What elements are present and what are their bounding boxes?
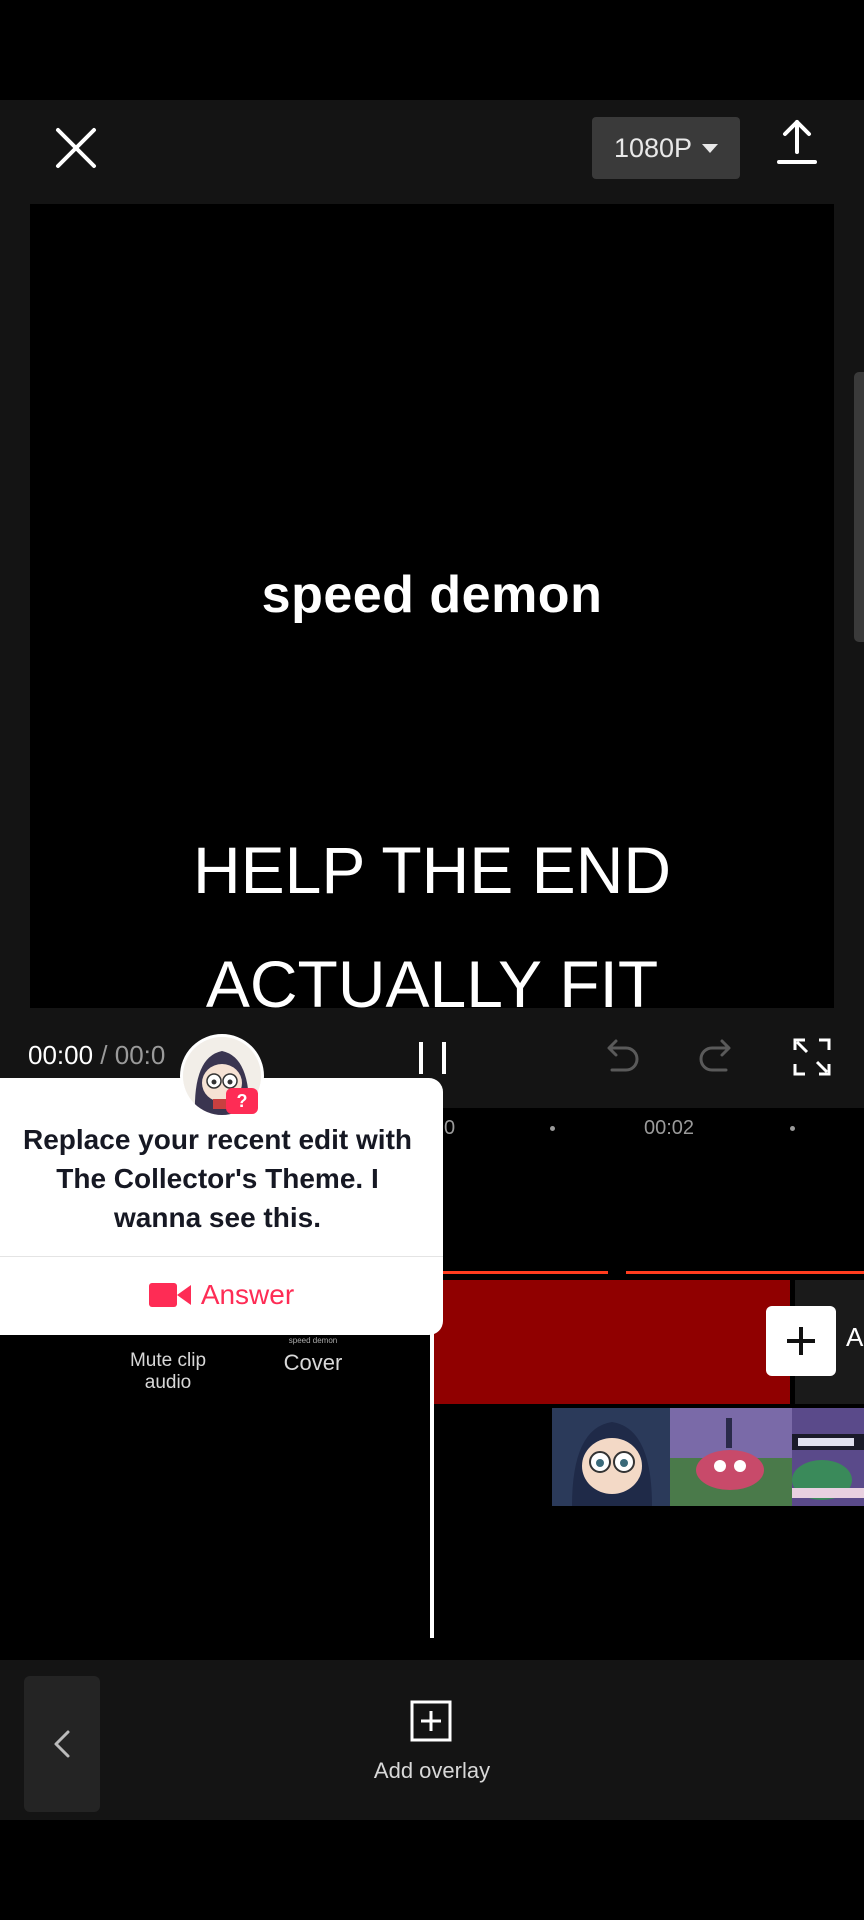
cover-button[interactable]: Cover — [270, 1350, 356, 1376]
upload-icon — [777, 120, 817, 164]
close-icon — [56, 128, 96, 168]
play-pause-button[interactable] — [416, 1040, 450, 1076]
answer-button[interactable]: Answer — [0, 1262, 443, 1328]
time-readout: 00:00 / 00:0 — [28, 1040, 165, 1071]
total-duration: 00:0 — [114, 1040, 166, 1070]
track-gap — [608, 1270, 626, 1275]
resolution-dropdown[interactable]: 1080P — [592, 117, 740, 179]
timeline-tick-dot — [550, 1126, 555, 1131]
undo-button[interactable] — [600, 1038, 642, 1076]
fullscreen-button[interactable] — [793, 1038, 831, 1076]
redo-icon — [699, 1039, 731, 1072]
plus-icon — [787, 1327, 815, 1355]
add-clip-button[interactable] — [766, 1306, 836, 1376]
resolution-value: 1080P — [613, 132, 693, 163]
add-overlay-label[interactable]: Add overlay — [300, 1758, 564, 1784]
mute-clip-audio-button[interactable]: Mute clip audio — [108, 1350, 228, 1394]
system-nav-bar — [0, 1820, 864, 1920]
export-button[interactable] — [775, 118, 819, 166]
chevron-left-icon — [54, 1730, 70, 1758]
pause-icon — [419, 1042, 446, 1074]
timeline-tick-label: 00:02 — [644, 1117, 695, 1139]
video-clip[interactable] — [432, 1280, 790, 1404]
answer-label: Answer — [200, 1279, 295, 1310]
video-thumbnail-strip[interactable] — [552, 1408, 864, 1506]
thumbnail-image — [670, 1408, 792, 1506]
current-time: 00:00 — [28, 1040, 94, 1070]
thumbnail-image — [792, 1408, 864, 1506]
text-track-line[interactable] — [432, 1271, 864, 1274]
cover-thumbnail-text: speed demon — [288, 1336, 338, 1345]
redo-button[interactable] — [696, 1038, 738, 1076]
fullscreen-icon — [793, 1038, 831, 1076]
add-overlay-button[interactable] — [410, 1700, 452, 1742]
back-button[interactable] — [24, 1676, 100, 1812]
status-bar — [0, 0, 864, 100]
popup-message: Replace your recent edit with The Collec… — [23, 1124, 412, 1233]
time-separator: / — [93, 1040, 115, 1070]
video-camera-icon — [148, 1283, 191, 1307]
add-overlay-icon — [410, 1700, 452, 1742]
thumbnail-image — [552, 1408, 670, 1506]
popup-divider — [0, 1256, 443, 1257]
close-button[interactable] — [50, 122, 102, 174]
timeline-tick-label: 0 — [444, 1117, 456, 1139]
preview-caption-line1: HELP THE END — [192, 833, 672, 907]
timeline-tick-dot — [790, 1126, 795, 1131]
preview-title-text: speed demon — [261, 566, 603, 624]
caret-down-icon — [702, 143, 719, 153]
add-audio-label[interactable]: A — [846, 1322, 863, 1353]
question-badge: ? — [226, 1088, 258, 1114]
undo-icon — [607, 1039, 639, 1072]
